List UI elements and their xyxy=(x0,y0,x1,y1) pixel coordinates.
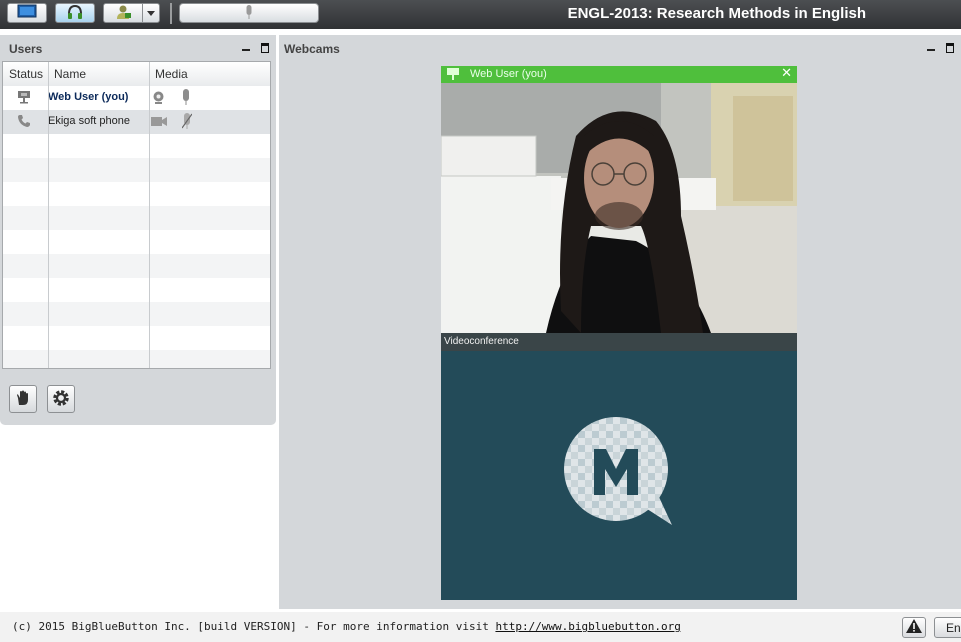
chevron-down-icon xyxy=(147,6,155,20)
footer: (c) 2015 BigBlueButton Inc. [build VERSI… xyxy=(0,612,961,642)
empty-row xyxy=(3,254,270,278)
microphone-icon xyxy=(245,4,253,22)
presenter-icon xyxy=(447,68,459,83)
users-panel-title: Users xyxy=(9,42,43,56)
toolbar-divider xyxy=(170,3,172,24)
share-desktop-button[interactable] xyxy=(7,3,47,23)
minimize-icon[interactable] xyxy=(927,49,935,51)
language-selector[interactable]: En xyxy=(934,617,961,638)
hand-icon xyxy=(15,390,31,409)
webcam-video-feed xyxy=(441,83,797,333)
microphone-icon[interactable] xyxy=(181,89,191,109)
webcam-icon[interactable] xyxy=(152,91,165,107)
website-link[interactable]: http://www.bigbluebutton.org xyxy=(495,620,680,633)
settings-button[interactable] xyxy=(47,385,75,413)
footer-text: (c) 2015 BigBlueButton Inc. [build VERSI… xyxy=(12,620,681,633)
mconf-logo xyxy=(564,417,672,525)
videoconference-label: Videoconference xyxy=(444,336,519,347)
video-camera-icon[interactable] xyxy=(151,116,167,130)
empty-row xyxy=(3,350,270,368)
users-panel: Users Status Name Media Web User (you) E… xyxy=(0,35,276,425)
users-table-header: Status Name Media xyxy=(3,62,270,87)
empty-row xyxy=(3,182,270,206)
webcam-video-window[interactable]: Web User (you) ✕ xyxy=(441,66,797,333)
headset-icon xyxy=(66,4,84,23)
top-toolbar: ENGL-2013: Research Methods in English xyxy=(0,0,961,29)
presenter-icon xyxy=(17,90,31,107)
webcams-panel-title: Webcams xyxy=(284,42,340,56)
close-icon[interactable]: ✕ xyxy=(781,66,792,81)
empty-row xyxy=(3,134,270,158)
header-separator xyxy=(0,29,961,34)
user-webcam-icon xyxy=(114,4,132,23)
videoconference-area xyxy=(441,351,797,600)
empty-row xyxy=(3,230,270,254)
maximize-icon[interactable] xyxy=(261,43,269,53)
table-row[interactable]: Ekiga soft phone xyxy=(3,110,270,134)
users-table: Status Name Media Web User (you) Ekiga s… xyxy=(2,61,271,369)
column-header-media[interactable]: Media xyxy=(155,67,188,81)
table-row[interactable]: Web User (you) xyxy=(3,86,270,110)
empty-row xyxy=(3,278,270,302)
empty-row xyxy=(3,158,270,182)
webcam-share-button[interactable] xyxy=(103,3,143,23)
column-header-status[interactable]: Status xyxy=(9,67,43,81)
raise-hand-button[interactable] xyxy=(9,385,37,413)
maximize-icon[interactable] xyxy=(946,43,954,53)
warning-icon xyxy=(906,619,922,636)
copyright-text: (c) 2015 BigBlueButton Inc. [build VERSI… xyxy=(12,620,496,633)
user-name: Ekiga soft phone xyxy=(48,115,130,127)
column-divider xyxy=(48,62,49,368)
gear-icon xyxy=(52,389,70,410)
videoconference-titlebar: Videoconference xyxy=(441,333,797,351)
empty-row xyxy=(3,326,270,350)
minimize-icon[interactable] xyxy=(242,49,250,51)
warning-button[interactable] xyxy=(902,617,926,638)
empty-row xyxy=(3,302,270,326)
webcam-options-dropdown[interactable] xyxy=(142,3,160,23)
page-title: ENGL-2013: Research Methods in English xyxy=(567,5,866,22)
microphone-muted-icon[interactable] xyxy=(181,113,193,133)
empty-row xyxy=(3,206,270,230)
webcam-user-label: Web User (you) xyxy=(470,68,547,80)
headset-button[interactable] xyxy=(55,3,95,23)
column-divider xyxy=(149,62,150,368)
column-header-name[interactable]: Name xyxy=(54,67,86,81)
monitor-icon xyxy=(17,4,37,22)
mic-volume-indicator[interactable] xyxy=(179,3,319,23)
webcam-window-titlebar[interactable]: Web User (you) ✕ xyxy=(441,66,797,83)
user-name: Web User (you) xyxy=(48,91,129,103)
phone-icon xyxy=(17,114,31,131)
